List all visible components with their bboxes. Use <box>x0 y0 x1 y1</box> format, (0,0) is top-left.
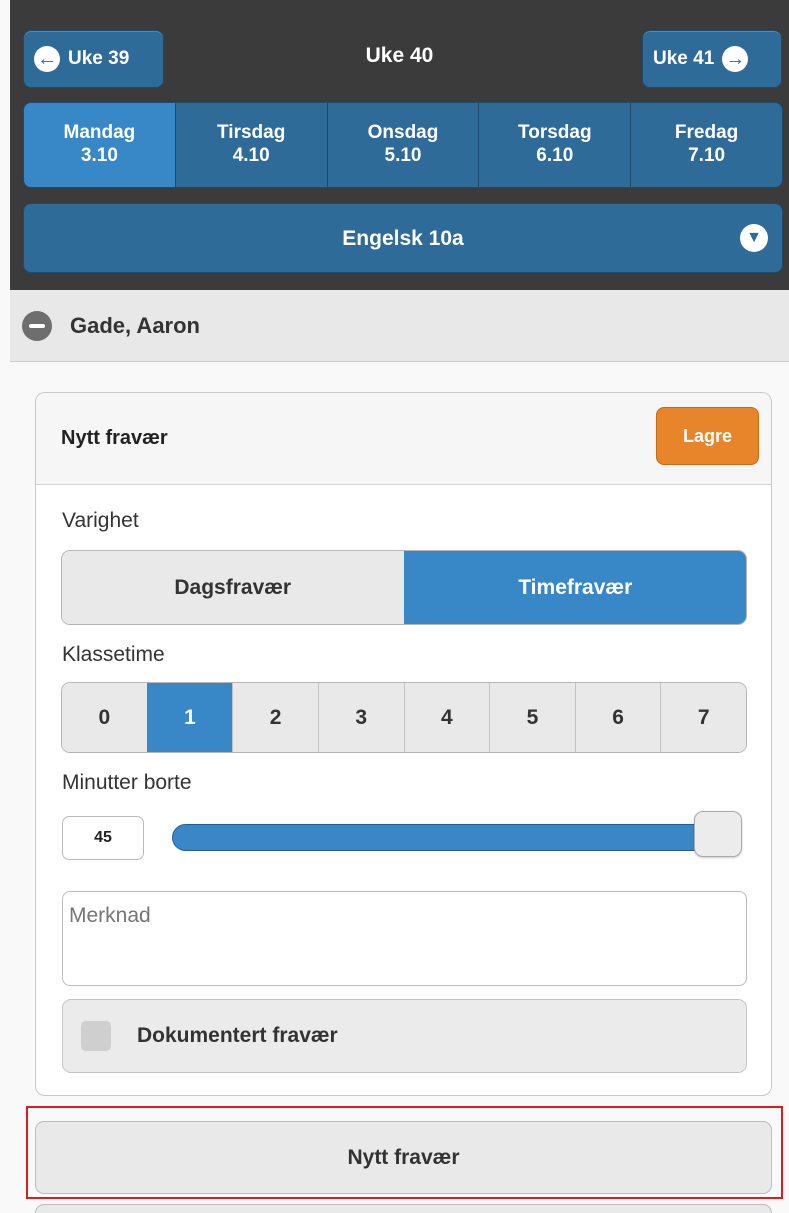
period-label: Klassetime <box>62 643 165 666</box>
minutes-slider-handle[interactable] <box>694 811 742 857</box>
duration-toggle: Dagsfravær Timefravær <box>61 550 747 625</box>
week-nav: ← Uke 39 Uke 40 Uke 41 → <box>10 0 789 100</box>
day-name: Fredag <box>674 122 739 143</box>
arrow-right-icon: → <box>722 46 749 72</box>
minutes-input[interactable]: 45 <box>62 816 144 860</box>
option-timefravaer[interactable]: Timefravær <box>403 551 746 624</box>
student-name: Gade, Aaron <box>70 312 200 338</box>
day-name: Tirsdag <box>217 122 286 143</box>
day-date: 6.10 <box>536 145 574 166</box>
day-name: Mandag <box>63 122 136 143</box>
period-7[interactable]: 7 <box>660 683 746 752</box>
new-absence-button[interactable]: Nytt fravær <box>35 1121 772 1194</box>
next-button-edge <box>35 1204 772 1213</box>
day-name: Torsdag <box>518 122 592 143</box>
collapse-minus-icon[interactable] <box>22 310 52 341</box>
documented-checkbox[interactable] <box>81 1021 111 1051</box>
minutes-slider-track[interactable] <box>172 824 742 851</box>
day-date: 5.10 <box>384 145 422 166</box>
day-date: 3.10 <box>80 145 118 166</box>
period-6[interactable]: 6 <box>574 683 661 752</box>
day-tab-fredag[interactable]: Fredag 7.10 <box>630 103 782 187</box>
documented-label: Dokumentert fravær <box>137 1024 338 1047</box>
day-tab-onsdag[interactable]: Onsdag 5.10 <box>326 103 479 187</box>
option-dagsfravaer[interactable]: Dagsfravær <box>62 551 404 624</box>
documented-toggle[interactable]: Dokumentert fravær <box>62 999 747 1073</box>
day-date: 7.10 <box>688 145 726 166</box>
card-header: Nytt fravær Lagre <box>36 393 771 485</box>
day-tab-mandag[interactable]: Mandag 3.10 <box>24 103 175 187</box>
card-title: Nytt fravær <box>61 427 168 449</box>
period-3[interactable]: 3 <box>317 683 404 752</box>
chevron-down-icon: ▼ <box>740 224 768 252</box>
period-4[interactable]: 4 <box>403 683 490 752</box>
period-0[interactable]: 0 <box>62 683 147 752</box>
student-row[interactable]: Gade, Aaron <box>10 290 789 362</box>
day-date: 4.10 <box>232 145 270 166</box>
day-tabs: Mandag 3.10 Tirsdag 4.10 Onsdag 5.10 Tor… <box>23 102 783 188</box>
next-week-button[interactable]: Uke 41 → <box>642 30 782 88</box>
duration-label: Varighet <box>62 509 139 532</box>
day-tab-torsdag[interactable]: Torsdag 6.10 <box>478 103 631 187</box>
note-textarea[interactable] <box>62 891 747 986</box>
day-tab-tirsdag[interactable]: Tirsdag 4.10 <box>174 103 327 187</box>
save-button[interactable]: Lagre <box>656 407 759 465</box>
period-selector: 0 1 2 3 4 5 6 7 <box>61 682 747 753</box>
day-name: Onsdag <box>367 122 439 143</box>
top-navigation: ← Uke 39 Uke 40 Uke 41 → Mandag 3.10 Tir… <box>10 0 789 290</box>
period-5[interactable]: 5 <box>489 683 575 752</box>
subject-select[interactable]: Engelsk 10a ▼ <box>23 203 783 273</box>
minutes-label: Minutter borte <box>62 771 192 794</box>
period-2[interactable]: 2 <box>232 683 318 752</box>
subject-label: Engelsk 10a <box>342 227 464 250</box>
next-week-label: Uke 41 <box>653 48 715 69</box>
period-1[interactable]: 1 <box>146 683 233 752</box>
